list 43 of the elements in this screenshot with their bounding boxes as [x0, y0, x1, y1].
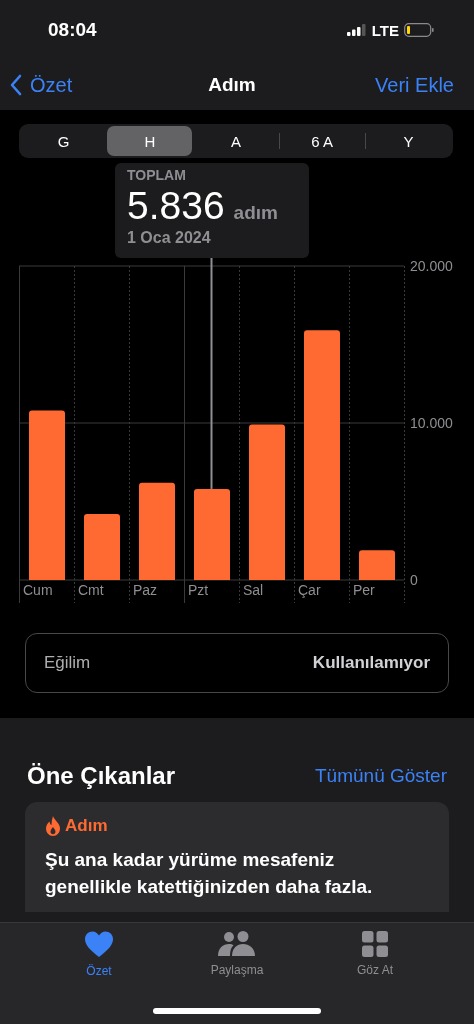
- x-axis-label: Paz: [133, 582, 158, 598]
- signal-icon: [346, 24, 367, 36]
- chevron-left-icon: [10, 74, 22, 96]
- network-label: LTE: [371, 21, 399, 39]
- range-tab[interactable]: Y: [365, 126, 451, 156]
- range-tab[interactable]: A: [193, 126, 279, 156]
- heart-icon: [84, 931, 114, 958]
- section-title: Öne Çıkanlar: [27, 762, 176, 790]
- card-category: Adım: [65, 816, 108, 836]
- battery-icon: [404, 23, 434, 37]
- range-tab[interactable]: 6 A: [279, 126, 365, 156]
- people-icon: [218, 931, 256, 957]
- y-axis-label: 10.000: [410, 415, 453, 431]
- tooltip-unit: adım: [233, 202, 278, 224]
- x-axis-label: Cmt: [78, 582, 104, 598]
- tooltip-value: 5.836: [127, 183, 225, 229]
- range-tab[interactable]: H: [107, 126, 193, 156]
- x-axis-label: Çar: [298, 582, 321, 598]
- x-axis-label: Cum: [23, 582, 53, 598]
- tooltip-label: TOPLAM: [127, 167, 187, 183]
- bar: [359, 550, 395, 580]
- range-tab[interactable]: G: [21, 126, 107, 156]
- y-axis-label: 0: [410, 572, 418, 588]
- tab-bar-item[interactable]: Paylaşma: [177, 931, 297, 978]
- grid-icon: [362, 931, 388, 957]
- add-data-button[interactable]: Veri Ekle: [375, 73, 454, 97]
- trend-label: Eğilim: [44, 653, 91, 673]
- page-title: Adım: [208, 74, 256, 96]
- show-all-link[interactable]: Tümünü Göster: [315, 765, 447, 787]
- flame-icon: [45, 816, 61, 836]
- tooltip-date: 1 Oca 2024: [127, 229, 212, 247]
- x-axis-label: Sal: [243, 582, 264, 598]
- highlight-text: Şu ana kadar yürüme mesafeniz genellikle katettiğinizden daha fazla.: [45, 848, 374, 899]
- y-axis-label: 20.000: [410, 258, 453, 274]
- bar: [84, 514, 120, 580]
- back-button[interactable]: Özet: [10, 73, 73, 97]
- trend-value: Kullanılamıyor: [312, 653, 430, 673]
- highlight-card[interactable]: Adım Şu ana kadar yürüme mesafeniz genellikle katettiğinizden daha fazla.: [25, 802, 449, 912]
- x-axis-label: Pzt: [188, 582, 209, 598]
- tab-bar-item[interactable]: Özet: [39, 931, 159, 978]
- tab-bar-item[interactable]: Göz At: [315, 931, 435, 978]
- x-axis-label: Per: [353, 582, 375, 598]
- status-time: 08:04: [48, 19, 97, 41]
